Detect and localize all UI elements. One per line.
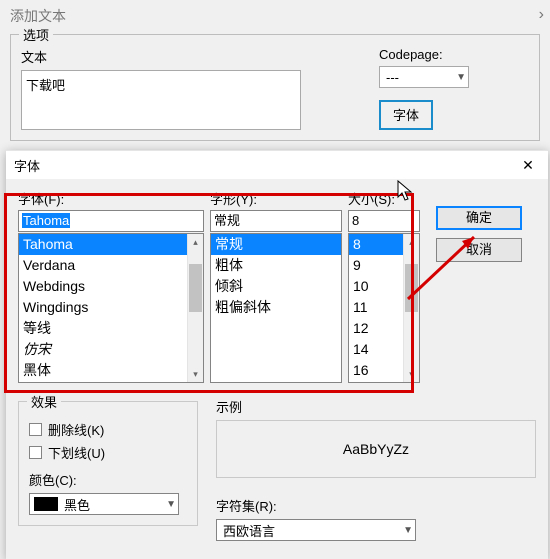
list-item[interactable]: 常规: [211, 234, 341, 255]
size-input[interactable]: 8: [348, 210, 420, 232]
close-button[interactable]: ✕: [508, 151, 548, 179]
underline-row[interactable]: 下划线(U): [29, 443, 187, 462]
scroll-down-icon[interactable]: ▾: [404, 366, 419, 382]
scroll-down-icon[interactable]: ▾: [188, 366, 203, 382]
text-input[interactable]: 下载吧: [21, 70, 301, 130]
font-button[interactable]: 字体: [379, 100, 433, 130]
color-name: 黑色: [64, 495, 90, 514]
font-input[interactable]: Tahoma: [18, 210, 204, 232]
script-value: 西欧语言: [223, 521, 275, 540]
sample-legend: 示例: [216, 397, 536, 416]
strike-label: 删除线(K): [48, 420, 104, 439]
codepage-value: ---: [386, 70, 399, 85]
codepage-combo[interactable]: --- ▼: [379, 66, 469, 88]
list-item[interactable]: Tahoma: [19, 234, 203, 255]
strike-row[interactable]: 删除线(K): [29, 420, 187, 439]
script-combo[interactable]: 西欧语言 ▼: [216, 519, 416, 541]
list-item[interactable]: 等线: [19, 318, 203, 339]
color-combo[interactable]: 黑色 ▼: [29, 493, 179, 515]
color-label: 颜色(C):: [29, 470, 187, 489]
style-label: 字形(Y):: [210, 189, 342, 208]
options-legend: 选项: [19, 25, 53, 44]
list-item[interactable]: 倾斜: [211, 276, 341, 297]
effects-legend: 效果: [27, 392, 61, 411]
color-swatch: [34, 497, 58, 511]
effects-group: 效果 删除线(K) 下划线(U) 颜色(C): 黑色: [18, 401, 198, 526]
size-label: 大小(S):: [348, 189, 420, 208]
underline-label: 下划线(U): [48, 443, 105, 462]
style-input[interactable]: 常规: [210, 210, 342, 232]
list-item[interactable]: Webdings: [19, 276, 203, 297]
chevron-down-icon: ▼: [166, 499, 176, 510]
parent-title: 添加文本: [10, 6, 540, 26]
options-group: 选项 文本 下载吧 Codepage: --- ▼ 字体: [10, 34, 540, 141]
list-item[interactable]: 粗体: [211, 255, 341, 276]
sample-text: AaBbYyZz: [343, 441, 409, 457]
text-label: 文本: [21, 47, 359, 66]
scroll-thumb[interactable]: [189, 264, 202, 312]
font-label: 字体(F):: [18, 189, 204, 208]
size-scrollbar[interactable]: ▴ ▾: [403, 234, 419, 382]
codepage-label: Codepage:: [379, 47, 529, 62]
strike-checkbox[interactable]: [29, 423, 42, 436]
font-list[interactable]: TahomaVerdanaWebdingsWingdings等线仿宋黑体 ▴ ▾: [18, 233, 204, 383]
ok-button[interactable]: 确定: [436, 206, 522, 230]
font-dialog: 字体 ✕ 字体(F): Tahoma TahomaVerdanaWebdings…: [6, 150, 548, 559]
dialog-title: 字体: [14, 156, 40, 175]
parent-window: 添加文本 › 选项 文本 下载吧 Codepage: --- ▼ 字体: [0, 0, 550, 147]
chevron-down-icon: ▼: [456, 72, 466, 83]
scroll-up-icon[interactable]: ▴: [404, 234, 419, 250]
script-label: 字符集(R):: [216, 496, 536, 515]
parent-collapse-icon[interactable]: ›: [539, 6, 544, 24]
list-item[interactable]: 黑体: [19, 360, 203, 381]
sample-box: AaBbYyZz: [216, 420, 536, 478]
dialog-titlebar: 字体 ✕: [6, 151, 548, 179]
list-item[interactable]: Wingdings: [19, 297, 203, 318]
underline-checkbox[interactable]: [29, 446, 42, 459]
scroll-up-icon[interactable]: ▴: [188, 234, 203, 250]
list-item[interactable]: 仿宋: [19, 339, 203, 360]
close-icon: ✕: [522, 157, 534, 173]
style-list[interactable]: 常规粗体倾斜粗偏斜体: [210, 233, 342, 383]
scroll-thumb[interactable]: [405, 264, 418, 312]
size-list[interactable]: 891011121416 ▴ ▾: [348, 233, 420, 383]
list-item[interactable]: Verdana: [19, 255, 203, 276]
font-scrollbar[interactable]: ▴ ▾: [187, 234, 203, 382]
chevron-down-icon: ▼: [403, 525, 413, 536]
cancel-button[interactable]: 取消: [436, 238, 522, 262]
list-item[interactable]: 粗偏斜体: [211, 297, 341, 318]
